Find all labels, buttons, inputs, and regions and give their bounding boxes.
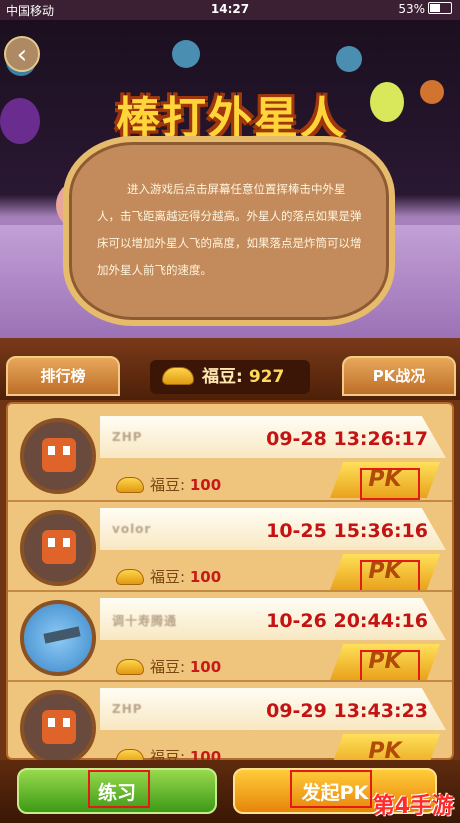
bean-stake: 福豆: 100 [116,566,221,587]
player-name: ZHP [112,702,143,716]
tab-leaderboard[interactable]: 排行榜 [6,356,120,396]
back-button[interactable]: ‹ [4,36,40,72]
pk-button[interactable]: PK [330,734,440,760]
challenge-time: 09-28 13:26:17 [266,428,428,450]
battery-indicator: 53% [398,2,452,16]
gold-ingot-icon [116,477,144,493]
highlight-box [290,770,372,808]
bean-stake: 福豆: 100 [116,746,221,760]
player-name: volor [112,522,152,536]
tab-pk-history[interactable]: PK战况 [342,356,456,396]
list-item: ZHP 09-28 13:26:17 福豆: 100 PK [8,410,448,500]
planet-icon [172,40,200,68]
game-banner: ‹ 棒打外星人 进入游戏后点击屏幕任意位置挥棒击中外星人，击飞距离越远得分越高。… [0,20,460,338]
instructions-text: 进入游戏后点击屏幕任意位置挥棒击中外星人，击飞距离越远得分越高。外星人的落点如果… [97,182,362,277]
instructions-board: 进入游戏后点击屏幕任意位置挥棒击中外星人，击飞距离越远得分越高。外星人的落点如果… [63,136,395,326]
avatar [20,418,96,494]
list-item: ZHP 09-29 13:43:23 福豆: 100 PK [8,682,448,760]
challenge-time: 09-29 13:43:23 [266,700,428,722]
gold-ingot-icon [116,749,144,760]
pk-button[interactable]: PK [330,462,440,498]
player-name: ZHP [112,430,143,444]
tree-icon [0,98,40,144]
planet-icon [336,46,362,72]
balance-value: 927 [248,367,285,387]
gold-ingot-icon [162,367,194,385]
player-name: 调十寿腾通 [112,614,178,628]
planet-icon [420,80,444,104]
avatar [20,600,96,676]
avatar [20,690,96,760]
watermark: 第4手游 [372,794,454,819]
status-bar: 中国移动 14:27 53% [0,0,460,20]
avatar [20,510,96,586]
pk-button[interactable]: PK [330,644,440,680]
bean-stake: 福豆: 100 [116,474,221,495]
challenge-time: 10-26 20:44:16 [266,610,428,632]
balance-label: 福豆: [202,367,243,387]
challenge-time: 10-25 15:36:16 [266,520,428,542]
tab-bar: 排行榜 福豆: 927 PK战况 [0,338,460,400]
gold-ingot-icon [116,659,144,675]
clock: 14:27 [210,2,250,16]
gold-ingot-icon [116,569,144,585]
list-item: 调十寿腾通 10-26 20:44:16 福豆: 100 PK [8,592,448,682]
list-item: volor 10-25 15:36:16 福豆: 100 PK [8,502,448,592]
bean-balance: 福豆: 927 [150,360,310,394]
pk-button[interactable]: PK [330,554,440,590]
bean-stake: 福豆: 100 [116,656,221,677]
highlight-box [88,770,150,808]
battery-icon [428,2,452,14]
leaderboard-list[interactable]: ZHP 09-28 13:26:17 福豆: 100 PK volor 10-2… [0,400,460,760]
